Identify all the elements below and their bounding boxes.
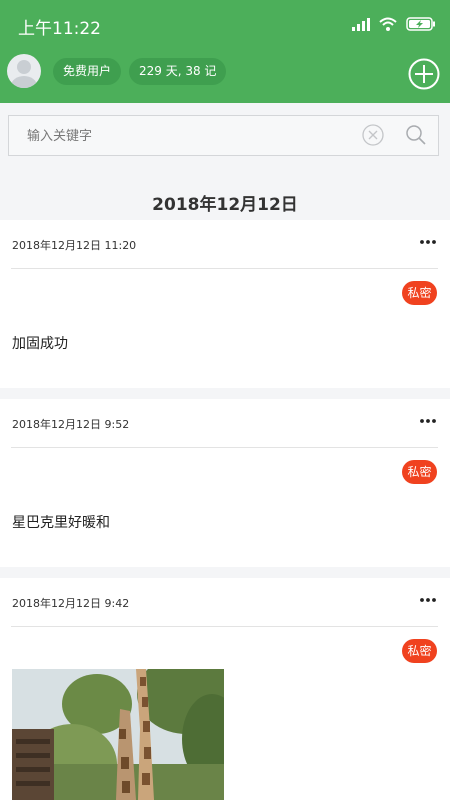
status-time: 上午11:22 [18,19,101,39]
entry-divider [11,268,438,269]
search-area [0,103,450,168]
more-dots-icon [420,240,436,244]
user-type-badge[interactable]: 免费用户 [53,58,122,85]
entry-time: 2018年12月12日 11:20 [12,239,137,252]
clear-search-button[interactable] [362,124,384,146]
more-options-button[interactable] [419,590,437,602]
entry-text: 加固成功 [12,336,68,352]
app-header: 上午11:22 免费用户 229 天, 38 记 [0,0,450,103]
search-icon [406,125,426,145]
battery-charging-icon [406,16,436,35]
plus-circle-icon [408,58,440,90]
more-dots-icon [420,419,436,423]
entry-card[interactable]: 2018年12月12日 11:20 私密 加固成功 [0,220,450,388]
entry-text: 星巴克里好暖和 [12,515,110,531]
signal-icon [352,16,370,35]
date-heading: 2018年12月12日 [152,195,298,215]
more-options-button[interactable] [419,411,437,423]
entry-photo[interactable] [12,669,224,800]
search-box [8,115,439,156]
entry-time: 2018年12月12日 9:42 [12,597,130,610]
private-badge: 私密 [402,281,437,305]
private-badge: 私密 [402,460,437,484]
wifi-icon [379,16,397,35]
avatar[interactable] [7,54,41,88]
status-icons [352,16,436,34]
user-avatar-icon [11,60,37,88]
add-entry-button[interactable] [408,58,440,90]
status-bar: 上午11:22 [0,0,450,50]
stats-badge[interactable]: 229 天, 38 记 [129,58,227,85]
entry-card[interactable]: 2018年12月12日 9:42 私密 [0,578,450,800]
entry-card[interactable]: 2018年12月12日 9:52 私密 星巴克里好暖和 [0,399,450,567]
more-options-button[interactable] [419,232,437,244]
clear-icon [362,124,384,146]
search-button[interactable] [405,124,427,146]
entry-divider [11,447,438,448]
giraffe-photo [12,669,224,800]
entry-divider [11,626,438,627]
private-badge: 私密 [402,639,437,663]
entry-time: 2018年12月12日 9:52 [12,418,130,431]
search-input[interactable] [27,126,327,146]
more-dots-icon [420,598,436,602]
